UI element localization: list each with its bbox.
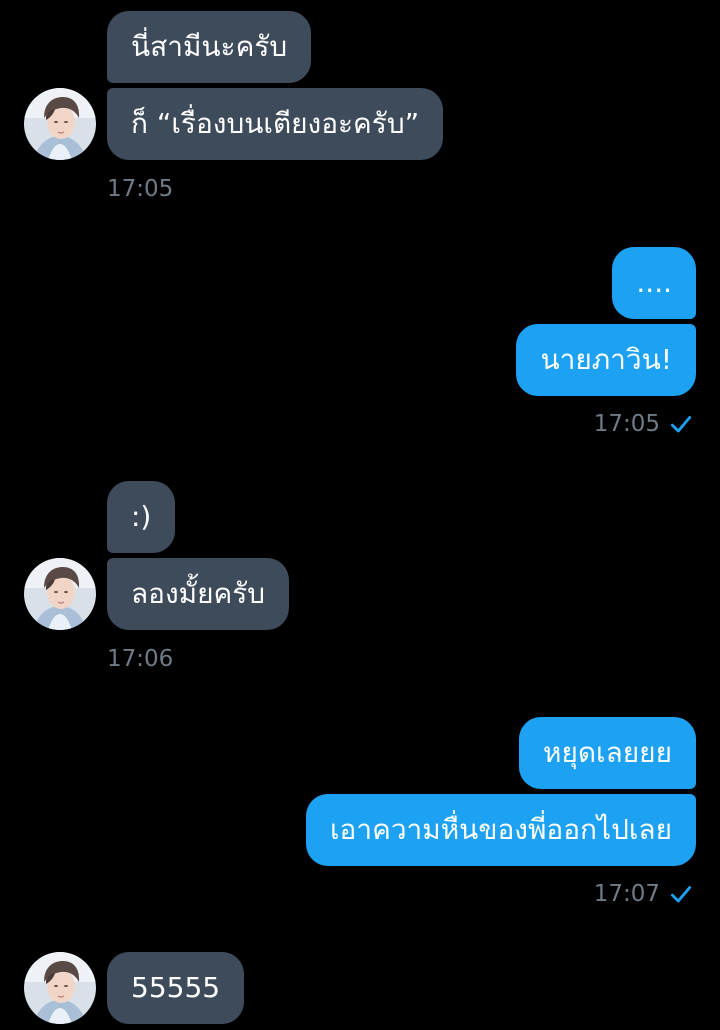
outgoing-message[interactable]: หยุดเลยยย — [519, 717, 696, 789]
contact-avatar[interactable] — [24, 88, 96, 160]
message-timestamp: 17:06 — [107, 646, 174, 672]
outgoing-message[interactable]: นายภาวิน! — [516, 324, 696, 396]
message-timestamp: 17:05 — [107, 176, 174, 202]
message-timestamp: 17:07 — [593, 881, 660, 907]
incoming-message[interactable]: นี่สามีนะครับ — [107, 11, 312, 83]
contact-avatar[interactable] — [24, 952, 96, 1024]
outgoing-message[interactable]: เอาความหื่นของพี่ออกไปเลย — [305, 794, 696, 866]
message-timestamp: 17:05 — [593, 411, 660, 437]
outgoing-message[interactable]: .... — [612, 247, 696, 319]
incoming-message[interactable]: ลองมั้ยครับ — [107, 558, 290, 630]
incoming-message[interactable]: ก็ “เรื่องบนเตียงอะครับ” — [107, 88, 444, 160]
incoming-message[interactable]: :) — [107, 481, 176, 553]
message-status: 17:05 — [594, 409, 694, 439]
check-icon — [670, 886, 692, 903]
message-status: 17:07 — [594, 879, 694, 909]
contact-avatar[interactable] — [24, 558, 96, 630]
check-icon — [670, 416, 692, 433]
incoming-message[interactable]: 55555 — [107, 952, 245, 1024]
